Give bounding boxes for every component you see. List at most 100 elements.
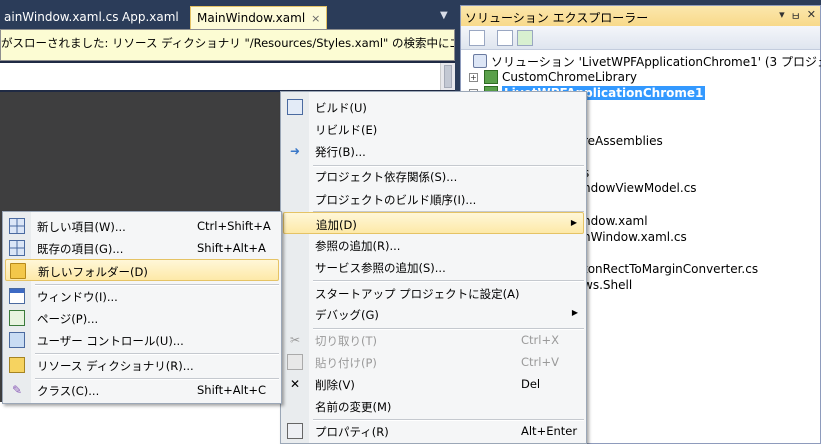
- menu-item-add-reference[interactable]: 参照の追加(R)...: [283, 234, 584, 256]
- menu-item-debug[interactable]: デバッグ(G) ▶: [283, 303, 584, 325]
- menu-item-label: プロパティ(R): [315, 425, 389, 439]
- menu-item-label: 発行(B)...: [315, 145, 366, 159]
- menu-item-add-service-reference[interactable]: サービス参照の追加(S)...: [283, 256, 584, 278]
- tree-item[interactable]: reAssemblies: [583, 133, 663, 149]
- menu-item-label: デバッグ(G): [315, 308, 379, 322]
- properties-icon: [287, 423, 303, 439]
- menu-item-label: クラス(C)...: [37, 384, 100, 398]
- scrollbar-thumb[interactable]: [444, 65, 452, 88]
- shortcut-label: Ctrl+X: [521, 333, 559, 347]
- menu-item-existing-item[interactable]: 既存の項目(G)... Shift+Alt+A: [5, 237, 279, 259]
- expand-icon[interactable]: +: [469, 72, 478, 82]
- menu-item-paste[interactable]: 貼り付け(P) Ctrl+V: [283, 351, 584, 373]
- paste-icon: [287, 354, 303, 370]
- close-icon[interactable]: ✕: [807, 8, 816, 24]
- tree-item-customchromelibrary[interactable]: + CustomChromeLibrary: [469, 69, 637, 85]
- class-icon: ✎: [11, 383, 23, 397]
- tree-item-label: ndowViewModel.cs: [583, 181, 697, 195]
- scissors-icon: ✂: [289, 333, 301, 347]
- menu-item-label: 切り取り(T): [315, 334, 377, 348]
- tab-label: App.xaml: [122, 10, 179, 24]
- user-control-icon: [9, 332, 25, 348]
- shortcut-label: Alt+Enter: [521, 424, 578, 438]
- add-submenu: 新しい項目(W)... Ctrl+Shift+A 既存の項目(G)... Shi…: [2, 211, 282, 404]
- menu-item-rebuild[interactable]: リビルド(E): [283, 118, 584, 140]
- menu-item-new-item[interactable]: 新しい項目(W)... Ctrl+Shift+A: [5, 215, 279, 237]
- project-label: CustomChromeLibrary: [502, 70, 637, 84]
- shortcut-label: Shift+Alt+A: [197, 241, 266, 255]
- menu-item-class[interactable]: ✎ クラス(C)... Shift+Alt+C: [5, 379, 279, 401]
- menu-item-resource-dictionary[interactable]: リソース ディクショナリ(R)...: [5, 354, 279, 376]
- menu-item-label: 新しいフォルダー(D): [38, 265, 148, 279]
- tree-item-label: ws.Shell: [583, 278, 633, 292]
- menu-item-publish[interactable]: ➜ 発行(B)...: [283, 140, 584, 162]
- xaml-editor[interactable]: [0, 63, 455, 90]
- project-context-menu: ビルド(U) リビルド(E) ➜ 発行(B)... プロジェクト依存関係(S).…: [280, 91, 587, 444]
- menu-item-label: リビルド(E): [315, 123, 378, 137]
- menu-item-page[interactable]: ページ(P)...: [5, 307, 279, 329]
- menu-item-label: リソース ディクショナリ(R)...: [37, 359, 194, 373]
- menu-item-set-startup[interactable]: スタートアップ プロジェクトに設定(A): [283, 282, 584, 304]
- tree-item-label: tonRectToMarginConverter.cs: [583, 262, 759, 276]
- tab-mainwindow-xaml[interactable]: MainWindow.xaml ×: [190, 6, 328, 29]
- error-notification-bar: がスローされました: リソース ディクショナリ "/Resources/Styl…: [0, 29, 455, 61]
- menu-item-label: 既存の項目(G)...: [37, 242, 124, 256]
- tab-overflow-icon[interactable]: ▼: [440, 10, 448, 21]
- menu-item-cut[interactable]: ✂ 切り取り(T) Ctrl+X: [283, 329, 584, 351]
- menu-item-new-folder[interactable]: 新しいフォルダー(D): [5, 259, 279, 281]
- tree-item[interactable]: tonRectToMarginConverter.cs: [583, 261, 758, 277]
- solution-explorer-toolbar: [461, 26, 820, 50]
- editor-scrollbar[interactable]: [440, 63, 455, 90]
- window-icon: [9, 288, 25, 304]
- menu-item-label: ページ(P)...: [37, 312, 99, 326]
- menu-item-label: 参照の追加(R)...: [315, 239, 401, 253]
- properties-toolbar-icon[interactable]: [469, 30, 485, 46]
- resource-dictionary-icon: [9, 357, 25, 373]
- build-icon: [287, 99, 303, 115]
- dropdown-icon[interactable]: ▾: [779, 8, 785, 24]
- menu-item-label: ユーザー コントロール(U)...: [37, 334, 184, 348]
- solution-node[interactable]: ソリューション 'LivetWPFApplicationChrome1' (3 …: [473, 53, 821, 69]
- menu-item-add[interactable]: 追加(D) ▶: [283, 212, 584, 234]
- tree-item[interactable]: ndow.xaml: [583, 213, 648, 229]
- publish-icon: ➜: [289, 144, 301, 158]
- menu-item-build-order[interactable]: プロジェクトのビルド順序(I)...: [283, 188, 584, 210]
- menu-item-label: 新しい項目(W)...: [37, 220, 126, 234]
- error-message: がスローされました: リソース ディクショナリ "/Resources/Styl…: [1, 36, 454, 50]
- menu-separator: [313, 280, 584, 282]
- menu-item-properties[interactable]: プロパティ(R) Alt+Enter: [283, 420, 584, 442]
- menu-item-window[interactable]: ウィンドウ(I)...: [5, 285, 279, 307]
- delete-icon: ✕: [289, 377, 301, 391]
- menu-item-build[interactable]: ビルド(U): [283, 96, 584, 118]
- submenu-arrow-icon: ▶: [571, 308, 578, 317]
- menu-item-delete[interactable]: ✕ 削除(V) Del: [283, 373, 584, 395]
- show-all-files-icon[interactable]: [497, 30, 513, 46]
- tree-item-label: nWindow.xaml.cs: [583, 230, 687, 244]
- tree-item[interactable]: ndowViewModel.cs: [583, 180, 697, 196]
- tree-item[interactable]: nWindow.xaml.cs: [583, 229, 687, 245]
- existing-item-icon: [9, 240, 25, 256]
- menu-item-project-dependencies[interactable]: プロジェクト依存関係(S)...: [283, 165, 584, 187]
- menu-item-user-control[interactable]: ユーザー コントロール(U)...: [5, 329, 279, 351]
- menu-item-label: スタートアップ プロジェクトに設定(A): [315, 287, 520, 301]
- tab-mainwindow-xaml-cs[interactable]: ainWindow.xaml.cs: [0, 6, 124, 29]
- shortcut-label: Ctrl+Shift+A: [197, 219, 271, 233]
- menu-item-label: 追加(D): [316, 218, 357, 232]
- tab-app-xaml[interactable]: App.xaml: [116, 6, 185, 29]
- menu-item-label: 貼り付け(P): [315, 356, 377, 370]
- tab-close-icon[interactable]: ×: [311, 12, 320, 25]
- menu-item-label: ビルド(U): [315, 101, 367, 115]
- menu-item-label: サービス参照の追加(S)...: [315, 261, 446, 275]
- tab-label: MainWindow.xaml: [197, 11, 306, 25]
- shortcut-label: Shift+Alt+C: [197, 383, 267, 397]
- tree-item[interactable]: ws.Shell: [583, 277, 632, 293]
- menu-item-label: 削除(V): [315, 378, 355, 392]
- document-tab-strip: ainWindow.xaml.cs App.xaml MainWindow.xa…: [0, 0, 456, 29]
- menu-item-label: 名前の変更(M): [315, 400, 392, 414]
- refresh-icon[interactable]: [517, 30, 533, 46]
- menu-item-label: プロジェクトのビルド順序(I)...: [315, 193, 477, 207]
- menu-item-rename[interactable]: 名前の変更(M): [283, 395, 584, 417]
- shortcut-label: Del: [521, 377, 541, 391]
- pin-icon[interactable]: ㅂ: [791, 8, 801, 24]
- new-item-icon: [9, 218, 25, 234]
